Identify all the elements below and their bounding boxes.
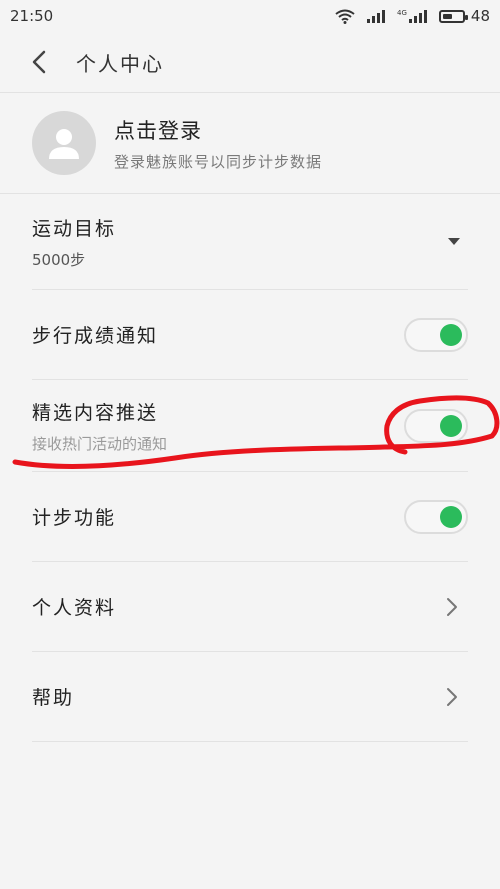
step-count-label: 计步功能: [32, 507, 117, 529]
login-subtitle: 登录魅族账号以同步计步数据: [114, 152, 323, 171]
status-time: 21:50: [10, 7, 54, 25]
exercise-goal-value: 5000步: [32, 250, 86, 269]
status-icons: 4G 48: [335, 7, 490, 25]
featured-push-row: 精选内容推送 接收热门活动的通知: [32, 380, 468, 472]
step-notify-row: 步行成绩通知: [32, 290, 468, 380]
dropdown-arrow-icon[interactable]: [448, 238, 460, 245]
step-count-row: 计步功能: [32, 472, 468, 562]
step-notify-label: 步行成绩通知: [32, 325, 159, 347]
featured-push-subtitle: 接收热门活动的通知: [32, 434, 168, 453]
user-icon: [49, 129, 79, 159]
login-prompt[interactable]: 点击登录: [114, 115, 322, 145]
toggle-knob: [440, 414, 462, 437]
chevron-right-icon: [447, 687, 457, 706]
avatar[interactable]: [32, 111, 96, 175]
signal-icon: [367, 9, 386, 23]
back-button[interactable]: [24, 47, 54, 77]
personal-info-label: 个人资料: [32, 597, 117, 619]
profile-login[interactable]: 点击登录 登录魅族账号以同步计步数据: [0, 93, 500, 194]
network-type: 4G: [397, 9, 407, 17]
toggle-knob: [440, 505, 462, 528]
battery-level: 48: [470, 7, 490, 25]
exercise-goal-row[interactable]: 运动目标 5000步: [32, 194, 468, 290]
page-title: 个人中心: [76, 51, 164, 76]
personal-info-row[interactable]: 个人资料: [32, 562, 468, 652]
featured-push-toggle[interactable]: [404, 408, 468, 443]
wifi-icon: [335, 9, 355, 24]
signal-4g-icon: 4G: [397, 9, 427, 23]
header: 个人中心: [0, 32, 500, 93]
toggle-knob: [440, 323, 462, 346]
help-row[interactable]: 帮助: [32, 652, 468, 742]
battery-icon: [438, 9, 468, 23]
step-notify-toggle[interactable]: [404, 317, 468, 352]
status-bar: 21:50 4G 48: [0, 0, 500, 32]
step-count-toggle[interactable]: [404, 499, 468, 534]
help-label: 帮助: [32, 687, 75, 709]
chevron-left-icon: [32, 50, 46, 74]
exercise-goal-label: 运动目标: [32, 217, 117, 240]
chevron-right-icon: [447, 597, 457, 616]
featured-push-label: 精选内容推送: [32, 401, 159, 424]
